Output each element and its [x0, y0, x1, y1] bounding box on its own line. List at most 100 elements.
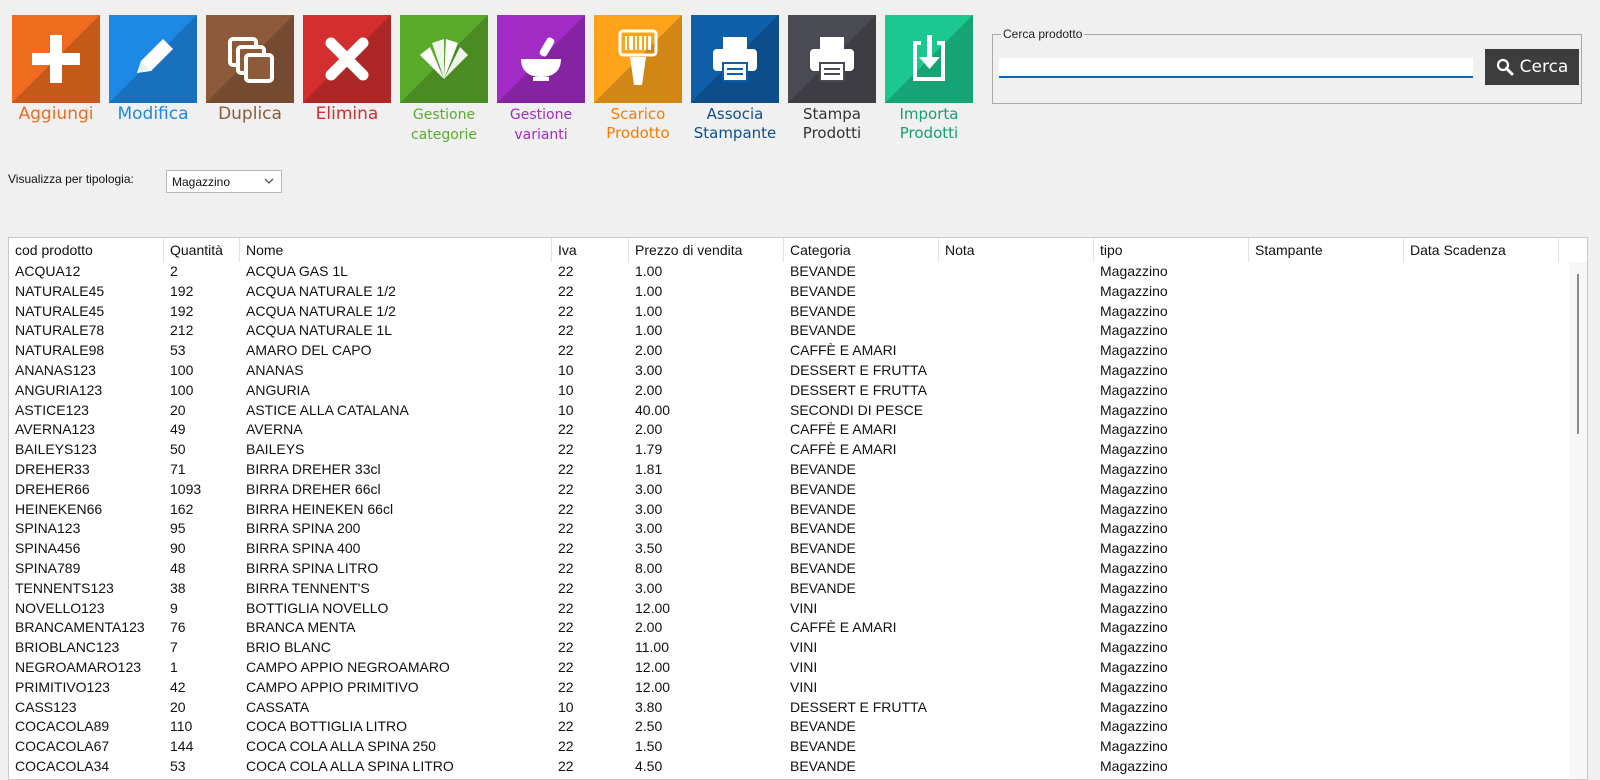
table-row[interactable]: COCACOLA89 110 COCA BOTTIGLIA LITRO 22 2.50 B…	[9, 717, 1569, 737]
table-row[interactable]: AVERNA123 49 AVERNA 22 2.00 CAFFÈ E AMARI Maga…	[9, 420, 1569, 440]
duplicate-label: Duplica	[218, 104, 282, 124]
table-cell	[1249, 500, 1404, 520]
column-header[interactable]: Iva	[552, 238, 629, 262]
add-button[interactable]: Aggiungi	[12, 15, 100, 147]
table-cell: AVERNA123	[15, 421, 95, 438]
table-row[interactable]: TENNENTS123 38 BIRRA TENNENT'S 22 3.00 BEVAND…	[9, 579, 1569, 599]
table-cell: BIRRA DREHER 66cl	[246, 480, 381, 497]
table-cell	[1404, 717, 1559, 737]
search-button-label: Cerca	[1519, 57, 1569, 77]
table-cell: SPINA789	[15, 559, 81, 576]
manage-variants-button[interactable]: Gestione varianti	[497, 15, 585, 147]
column-header[interactable]: Prezzo di vendita	[629, 238, 784, 262]
table-cell: COCA BOTTIGLIA LITRO	[246, 718, 408, 735]
table-row[interactable]: ANANAS123 100 ANANAS 10 3.00 DESSERT E FRUTTA…	[9, 361, 1569, 381]
table-row[interactable]: SPINA456 90 BIRRA SPINA 400 22 3.50 BEVANDE Ma…	[9, 539, 1569, 559]
column-header[interactable]: Categoria	[784, 238, 939, 262]
table-cell: TENNENTS123	[15, 579, 114, 596]
table-row[interactable]: BRIOBLANC123 7 BRIO BLANC 22 11.00 VINI Magazz…	[9, 638, 1569, 658]
table-cell: 3.00	[635, 579, 663, 596]
table-cell: ACQUA12	[15, 263, 81, 279]
product-unload-button[interactable]: Scarico Prodotto	[594, 15, 682, 147]
table-cell: BAILEYS123	[15, 441, 97, 458]
delete-button[interactable]: Elimina	[303, 15, 391, 147]
table-cell: 1.50	[635, 738, 663, 755]
table-row[interactable]: ASTICE123 20 ASTICE ALLA CATALANA 10 40.00 SE…	[9, 401, 1569, 421]
table-cell: 53	[170, 757, 186, 774]
categories-label: Gestione categorie	[410, 107, 478, 143]
table-row[interactable]: BRANCAMENTA123 76 BRANCA MENTA 22 2.00 CAFFÈ …	[9, 618, 1569, 638]
table-cell	[939, 757, 1094, 777]
table-cell: 162	[170, 500, 194, 517]
table-row[interactable]: NEGROAMARO123 1 CAMPO APPIO NEGROAMARO 22 12…	[9, 658, 1569, 678]
table-row[interactable]: NATURALE78 212 ACQUA NATURALE 1L 22 1.00 BEVA…	[9, 321, 1569, 341]
table-cell: VINI	[790, 678, 818, 695]
table-cell: BEVANDE	[790, 302, 856, 319]
type-filter-select[interactable]: Magazzino	[166, 170, 282, 193]
table-cell: NATURALE98	[15, 342, 105, 359]
table-row[interactable]: ANGURIA123 100 ANGURIA 10 2.00 DESSERT E FRUT…	[9, 381, 1569, 401]
table-cell: 95	[170, 520, 186, 537]
table-cell	[1249, 717, 1404, 737]
search-input[interactable]	[999, 58, 1473, 78]
table-header: cod prodotto Quantità Nome Iva Prezzo di…	[9, 238, 1569, 262]
table-cell: 2.50	[635, 718, 663, 735]
table-row[interactable]: COCACOLA67 144 COCA COLA ALLA SPINA 250 22 1…	[9, 737, 1569, 757]
table-cell: 10	[558, 361, 574, 378]
table-cell	[1249, 638, 1404, 658]
table-cell: BIRRA HEINEKEN 66cl	[246, 500, 394, 517]
table-cell: 1.00	[635, 263, 663, 279]
table-row[interactable]: NATURALE45 192 ACQUA NATURALE 1/2 22 1.00 BEV…	[9, 282, 1569, 302]
table-row[interactable]: BAILEYS123 50 BAILEYS 22 1.79 CAFFÈ E AMARI Ma…	[9, 440, 1569, 460]
column-header[interactable]: Nota	[939, 238, 1094, 262]
table-cell: HEINEKEN66	[15, 500, 103, 517]
table-cell: BOTTIGLIA NOVELLO	[246, 599, 389, 616]
table-cell	[1249, 579, 1404, 599]
table-cell: 42	[170, 678, 186, 695]
edit-button[interactable]: Modifica	[109, 15, 197, 147]
table-row[interactable]: NATURALE98 53 AMARO DEL CAPO 22 2.00 CAFFÈ E …	[9, 341, 1569, 361]
table-row[interactable]: ACQUA12 2 ACQUA GAS 1L 22 1.00 BEVANDE Magazzi…	[9, 262, 1569, 282]
column-header[interactable]: Quantità	[164, 238, 240, 262]
column-header[interactable]: cod prodotto	[9, 238, 164, 262]
table-cell	[939, 559, 1094, 579]
table-row[interactable]: CASS123 20 CASSATA 10 3.80 DESSERT E FRUTTA Ma…	[9, 698, 1569, 718]
column-header[interactable]: tipo	[1094, 238, 1249, 262]
table-row[interactable]: COCACOLA34 53 COCA COLA ALLA SPINA LITRO 22…	[9, 757, 1569, 777]
table-cell: 10	[558, 381, 574, 398]
table-cell: COCACOLA34	[15, 757, 110, 774]
vertical-scrollbar[interactable]	[1569, 262, 1587, 779]
table-row[interactable]: HEINEKEN66 162 BIRRA HEINEKEN 66cl 22 3.00 BE…	[9, 500, 1569, 520]
table-row[interactable]: DREHER66 1093 BIRRA DREHER 66cl 22 3.00 BEVAN…	[9, 480, 1569, 500]
search-button[interactable]: Cerca	[1485, 49, 1579, 85]
column-header[interactable]: Data Scadenza	[1404, 238, 1559, 262]
table-row[interactable]: SPINA123 95 BIRRA SPINA 200 22 3.00 BEVANDE Ma…	[9, 519, 1569, 539]
table-row[interactable]: PRIMITIVO123 42 CAMPO APPIO PRIMITIVO 22 12.…	[9, 678, 1569, 698]
table-cell: 49	[170, 421, 186, 438]
table-cell: Magazzino	[1100, 619, 1168, 636]
table-cell	[939, 737, 1094, 757]
table-row[interactable]: DREHER33 71 BIRRA DREHER 33cl 22 1.81 BEVANDE…	[9, 460, 1569, 480]
table-cell: 22	[558, 757, 574, 774]
table-row[interactable]: NATURALE45 192 ACQUA NATURALE 1/2 22 1.00 BEV…	[9, 302, 1569, 322]
table-row[interactable]: SPINA789 48 BIRRA SPINA LITRO 22 8.00 BEVANDE…	[9, 559, 1569, 579]
print-products-button[interactable]: Stampa Prodotti	[788, 15, 876, 147]
table-cell: 2.00	[635, 342, 663, 359]
table-row[interactable]: NOVELLO123 9 BOTTIGLIA NOVELLO 22 12.00 VINI M…	[9, 599, 1569, 619]
table-cell	[1404, 321, 1559, 341]
table-cell: 53	[170, 342, 186, 359]
column-header[interactable]: Stampante	[1249, 238, 1404, 262]
table-cell	[1404, 519, 1559, 539]
column-header[interactable]: Nome	[240, 238, 552, 262]
table-cell: 1	[170, 658, 178, 675]
products-table[interactable]: cod prodotto Quantità Nome Iva Prezzo di…	[8, 237, 1588, 780]
manage-categories-button[interactable]: Gestione categorie	[400, 15, 488, 147]
scrollbar-thumb[interactable]	[1577, 274, 1579, 434]
table-cell: Magazzino	[1100, 520, 1168, 537]
table-cell	[1249, 539, 1404, 559]
assign-printer-button[interactable]: Associa Stampante	[691, 15, 779, 147]
duplicate-button[interactable]: Duplica	[206, 15, 294, 147]
table-cell: Magazzino	[1100, 757, 1168, 774]
import-products-button[interactable]: Importa Prodotti	[885, 15, 973, 147]
table-cell: BEVANDE	[790, 322, 856, 339]
